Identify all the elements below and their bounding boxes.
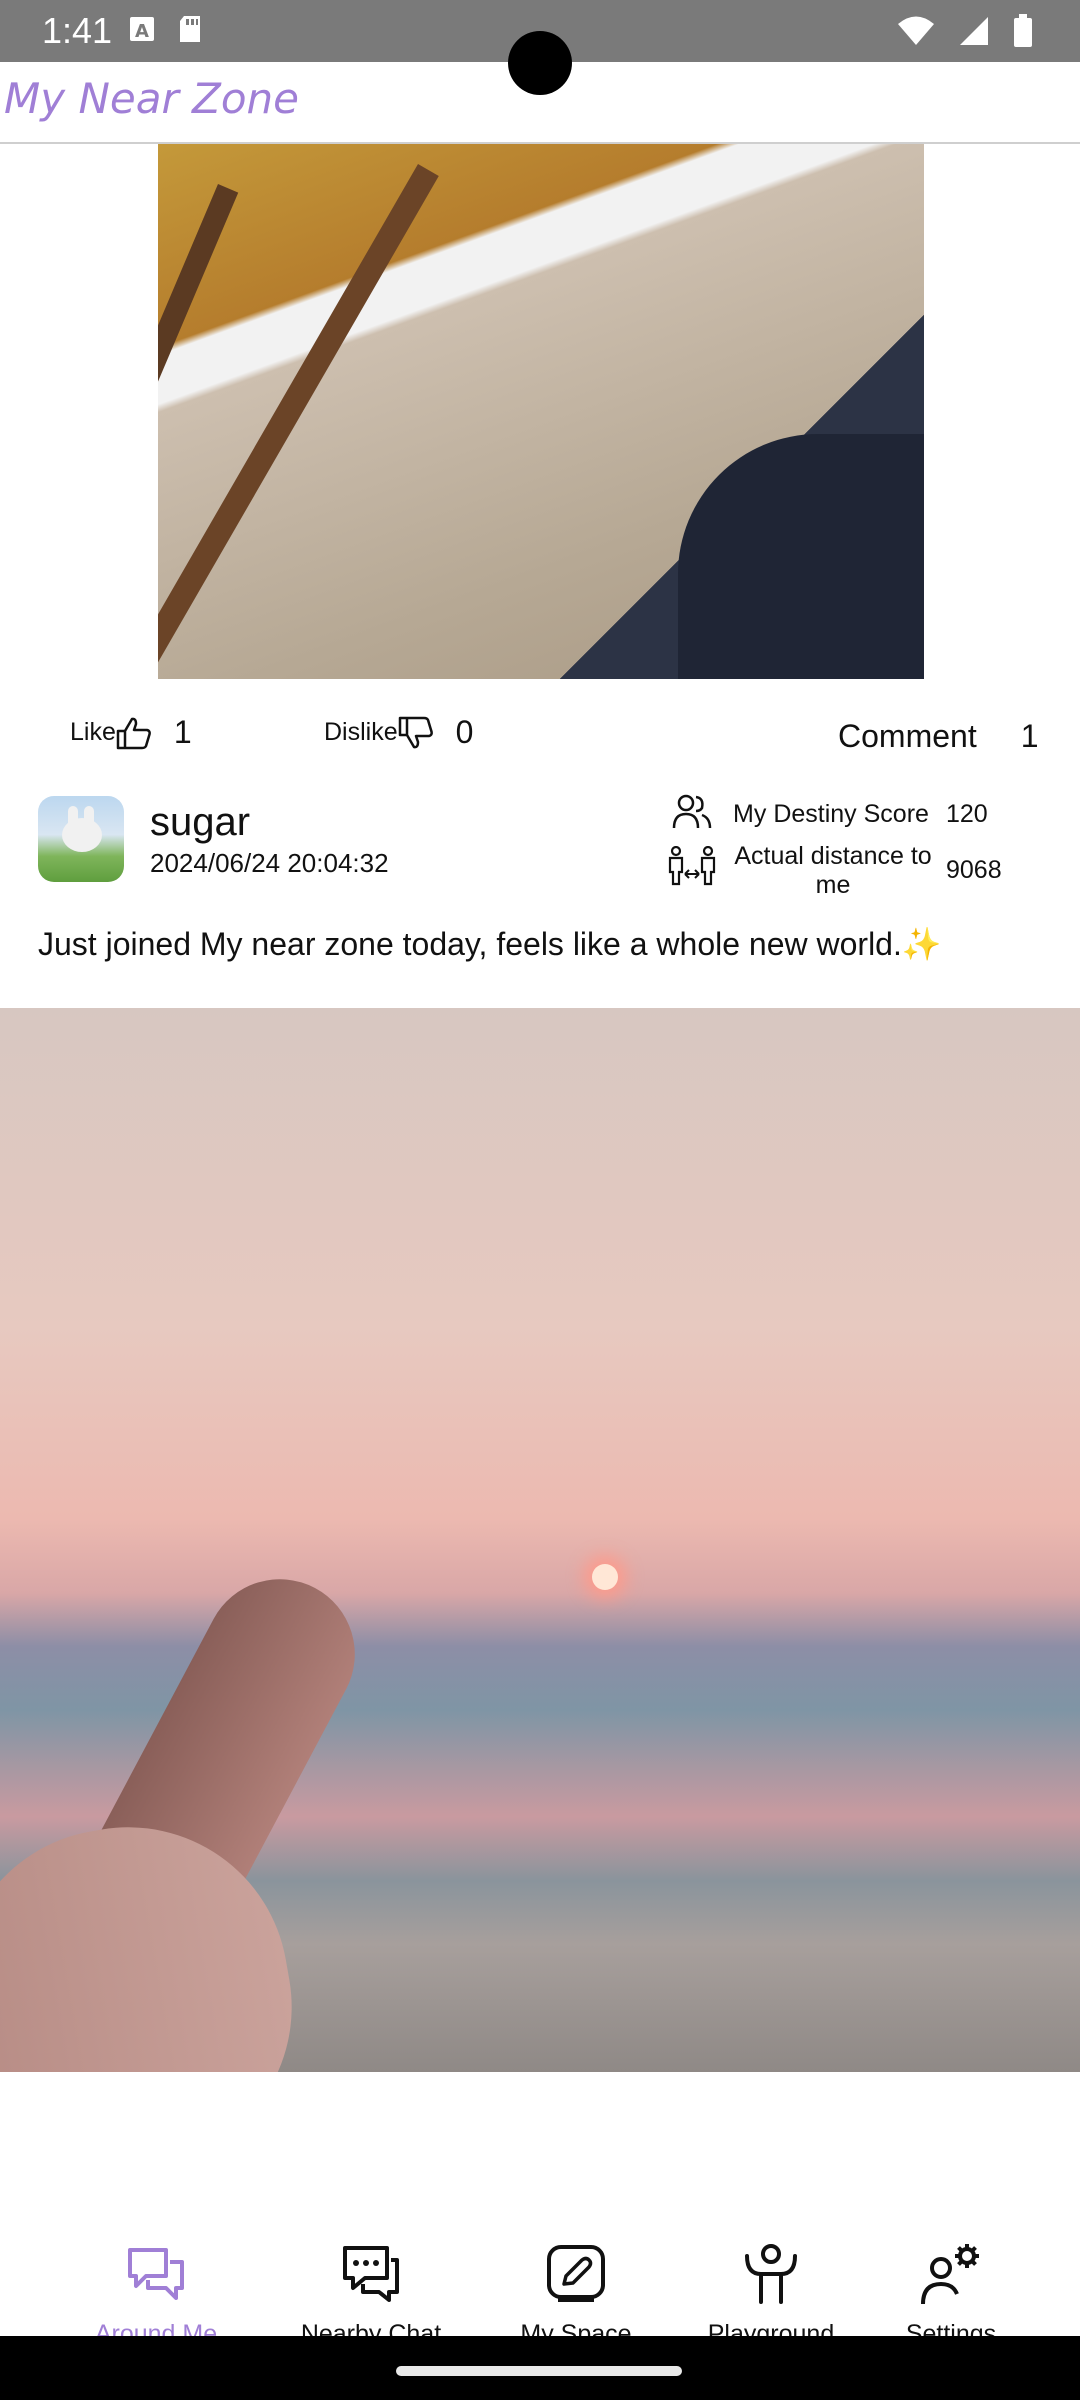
avatar[interactable] [38, 796, 124, 882]
camera-cutout [508, 31, 572, 95]
post-text: Just joined My near zone today, feels li… [38, 926, 942, 962]
username[interactable]: sugar [150, 800, 250, 845]
people-icon [672, 794, 712, 829]
home-indicator[interactable] [396, 2366, 682, 2376]
image-detail [592, 1564, 618, 1590]
distance-row: Actual distance to me 9068 [668, 840, 1068, 910]
user-gear-icon [921, 2244, 979, 2305]
status-left-icons: A [128, 14, 204, 44]
post-image-noodles[interactable] [158, 144, 924, 679]
thumbs-up-icon [116, 717, 151, 749]
chat-bubbles-icon [128, 2248, 184, 2300]
destiny-score-label: My Destiny Score [733, 800, 929, 828]
status-right-icons [896, 14, 1034, 48]
comment-label: Comment [838, 718, 977, 754]
post-stats: My Destiny Score 120 Actual distance to … [668, 790, 1068, 910]
sd-card-icon [180, 16, 200, 42]
screen: 1:41 A My Near Zone Like 1 Dislike 0 Com… [0, 0, 1080, 2400]
signal-icon [960, 17, 988, 45]
nav-settings[interactable]: Settings [851, 2208, 1051, 2348]
nav-nearby-chat[interactable]: Nearby Chat [271, 2208, 471, 2348]
like-label: Like [70, 718, 116, 746]
keyboard-a-icon: A [130, 17, 154, 42]
thumbs-down-icon [398, 716, 433, 748]
battery-icon [1014, 14, 1032, 47]
wifi-icon [898, 16, 934, 45]
post-timestamp: 2024/06/24 20:04:32 [150, 848, 389, 878]
bottom-nav: Around Me Nearby Chat My Space Playgroun… [0, 2208, 1080, 2348]
destiny-score-value: 120 [946, 800, 988, 828]
image-detail [678, 434, 924, 679]
distance-value: 9068 [946, 856, 1002, 884]
nav-my-space[interactable]: My Space [476, 2208, 676, 2348]
distance-label: Actual distance to me [734, 842, 932, 899]
avatar-detail [62, 818, 102, 852]
comment-button[interactable]: Comment 1 [838, 718, 1039, 755]
person-arms-up-icon [745, 2244, 797, 2304]
edit-icon [547, 2245, 605, 2302]
destiny-score-row: My Destiny Score 120 [668, 790, 1068, 840]
app-title: My Near Zone [4, 74, 299, 123]
like-count: 1 [173, 714, 192, 750]
image-detail [0, 1801, 318, 2072]
distance-people-icon [668, 846, 716, 886]
dislike-button[interactable]: Dislike 0 [324, 714, 473, 751]
dislike-count: 0 [455, 714, 474, 750]
message-dots-icon [343, 2246, 399, 2302]
comment-count: 1 [1020, 718, 1039, 754]
nav-playground[interactable]: Playground [671, 2208, 871, 2348]
nav-around-me[interactable]: Around Me [56, 2208, 256, 2348]
gesture-nav-area [0, 2336, 1080, 2400]
like-button[interactable]: Like 1 [70, 714, 192, 751]
svg-text:A: A [135, 21, 149, 42]
dislike-label: Dislike [324, 718, 398, 746]
status-time: 1:41 [42, 10, 113, 51]
post-image-sunset[interactable] [0, 1008, 1080, 2072]
post-reactions: Like 1 Dislike 0 Comment 1 [0, 704, 1080, 774]
